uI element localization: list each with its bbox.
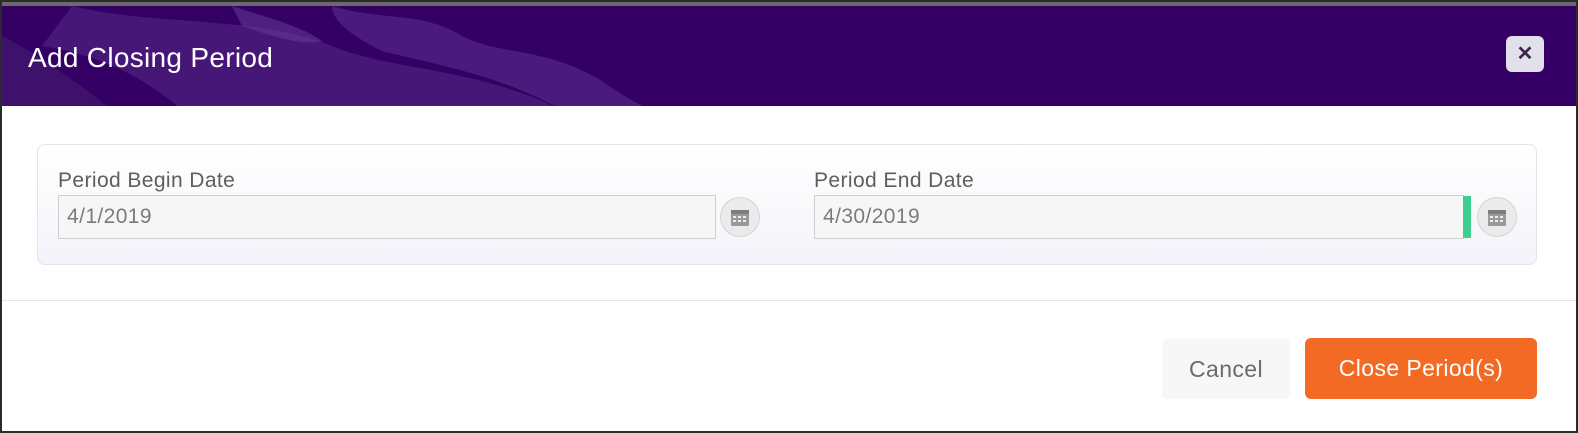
date-range-panel: Period Begin Date Period End Date [37,144,1537,265]
close-button[interactable]: ✕ [1506,36,1544,72]
close-icon: ✕ [1516,43,1534,65]
period-begin-date-input[interactable] [58,195,716,239]
add-closing-period-dialog: Add Closing Period ✕ Period Begin Date P… [0,0,1578,433]
calendar-icon [1488,210,1506,226]
footer-divider [2,300,1576,301]
cancel-button[interactable]: Cancel [1162,339,1290,399]
close-periods-button[interactable]: Close Period(s) [1305,338,1537,399]
begin-date-calendar-button[interactable] [720,197,760,237]
calendar-icon [731,210,749,226]
period-end-date-label: Period End Date [814,169,975,192]
dialog-title: Add Closing Period [28,42,274,73]
dialog-header: Add Closing Period ✕ [2,2,1576,106]
input-focus-indicator [1463,196,1471,238]
period-begin-date-label: Period Begin Date [58,169,236,192]
period-end-date-input[interactable] [814,195,1464,239]
end-date-calendar-button[interactable] [1477,197,1517,237]
